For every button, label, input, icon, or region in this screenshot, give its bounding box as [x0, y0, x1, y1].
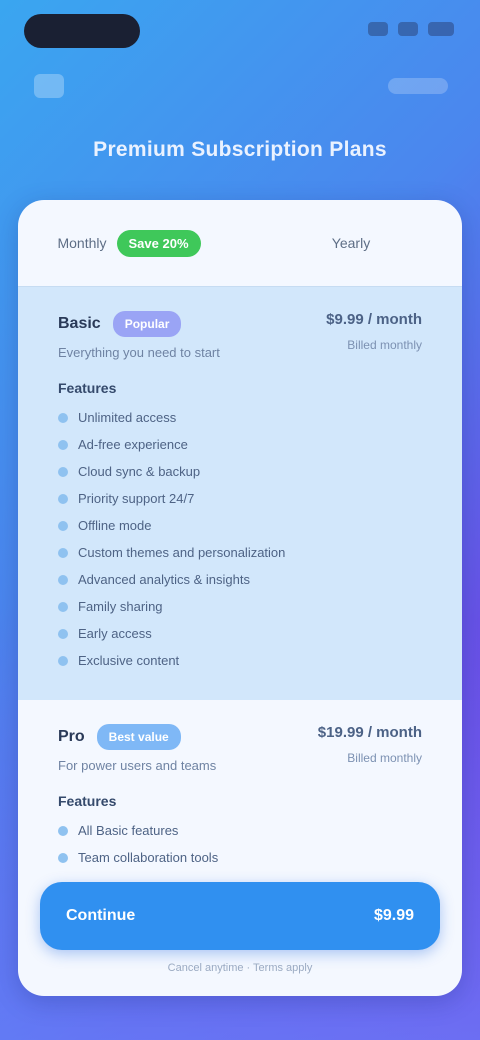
battery-icon [428, 22, 454, 36]
plan-pro[interactable]: Pro Best value For power users and teams… [18, 700, 462, 900]
check-icon [58, 574, 68, 585]
page-title: Premium Subscription Plans [93, 138, 387, 161]
tab-yearly[interactable]: Yearly [240, 213, 462, 273]
feature-item: Cloud sync & backup [58, 458, 422, 485]
plan-tag: Popular [112, 311, 182, 337]
feature-item: Exclusive content [58, 647, 422, 674]
billing-tabs: Monthly Save 20% Yearly [18, 200, 462, 286]
features-title: Features [58, 793, 117, 809]
plan-basic[interactable]: Basic Popular Everything you need to sta… [18, 286, 462, 767]
plans-card: Monthly Save 20% Yearly Basic Popular Ev… [18, 200, 462, 996]
feature-text: Unlimited access [78, 410, 177, 425]
plan-subtitle: For power users and teams [58, 758, 217, 773]
feature-item: Early access [58, 620, 422, 647]
check-icon [58, 825, 68, 836]
plan-subtitle: Everything you need to start [58, 345, 220, 360]
feature-text: Cloud sync & backup [78, 464, 201, 479]
feature-item: Family sharing [58, 593, 422, 620]
check-icon [58, 852, 68, 863]
plan-period: Billed monthly [347, 338, 422, 352]
feature-text: Exclusive content [78, 653, 180, 668]
tab-monthly[interactable]: Monthly Save 20% [18, 213, 240, 273]
plan-name: Basic [58, 315, 101, 332]
plan-tag: Best value [96, 724, 181, 750]
feature-item: Advanced analytics & insights [58, 566, 422, 593]
feature-item: Team collaboration tools [58, 844, 422, 871]
feature-text: Offline mode [78, 518, 152, 533]
terms-note: Cancel anytime · Terms apply [167, 962, 313, 974]
feature-text: All Basic features [78, 823, 179, 838]
status-icons [368, 22, 454, 36]
plan-price: $9.99 / month [326, 311, 422, 328]
feature-list: All Basic features Team collaboration to… [58, 817, 422, 871]
feature-list: Unlimited access Ad-free experience Clou… [58, 404, 422, 674]
restore-button[interactable] [388, 78, 448, 94]
check-icon [58, 520, 68, 531]
check-icon [58, 655, 68, 666]
plan-period: Billed monthly [347, 751, 422, 765]
feature-item: Ad-free experience [58, 431, 422, 458]
status-bar [0, 14, 480, 50]
tab-monthly-label: Monthly [57, 235, 107, 251]
feature-item: All Basic features [58, 817, 422, 844]
feature-item: Priority support 24/7 [58, 485, 422, 512]
feature-text: Team collaboration tools [78, 850, 219, 865]
feature-text: Early access [78, 626, 152, 641]
signal-icon [368, 22, 388, 36]
back-icon[interactable] [34, 74, 64, 98]
feature-item: Unlimited access [58, 404, 422, 431]
plan-price: $19.99 / month [317, 724, 422, 741]
continue-label: Continue [66, 907, 136, 924]
check-icon [58, 628, 68, 639]
check-icon [58, 466, 68, 477]
check-icon [58, 547, 68, 558]
check-icon [58, 493, 68, 504]
feature-item: Offline mode [58, 512, 422, 539]
check-icon [58, 601, 68, 612]
feature-text: Ad-free experience [78, 437, 188, 452]
status-pill [24, 14, 140, 48]
check-icon [58, 439, 68, 450]
discount-badge: Save 20% [116, 229, 201, 257]
tab-yearly-label: Yearly [331, 235, 371, 251]
continue-button[interactable]: Continue $9.99 [40, 882, 440, 950]
features-title: Features [58, 380, 117, 396]
feature-text: Custom themes and personalization [78, 545, 286, 560]
wifi-icon [398, 22, 418, 36]
feature-text: Priority support 24/7 [78, 491, 195, 506]
continue-price: $9.99 [373, 907, 414, 924]
feature-item: Custom themes and personalization [58, 539, 422, 566]
feature-text: Family sharing [78, 599, 163, 614]
check-icon [58, 412, 68, 423]
plan-name: Pro [58, 728, 85, 745]
feature-text: Advanced analytics & insights [78, 572, 250, 587]
